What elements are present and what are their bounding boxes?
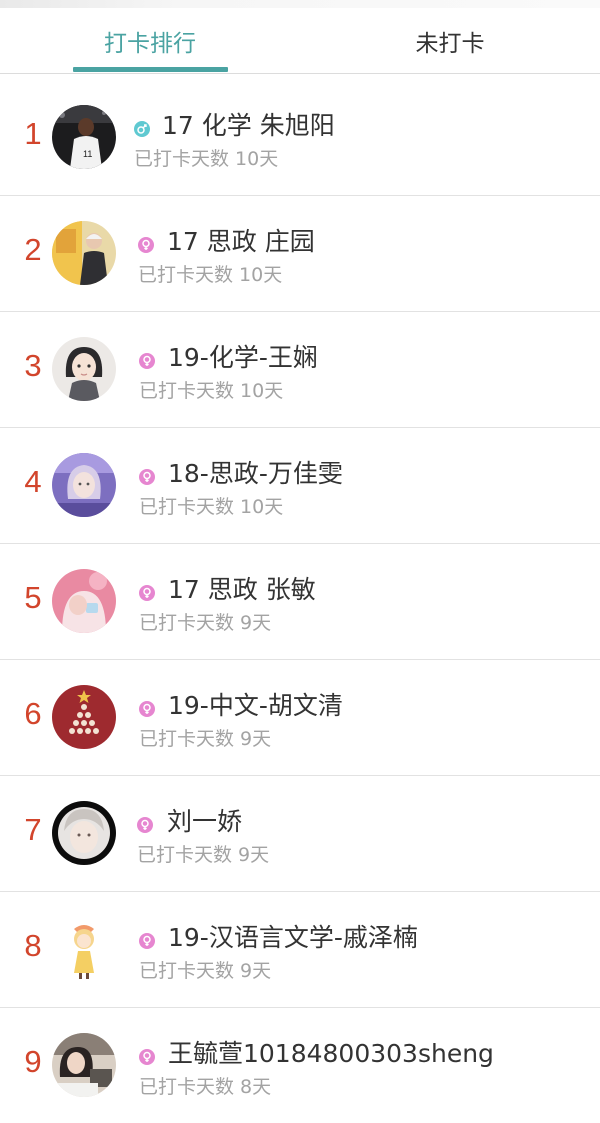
checkin-days: 已打卡天数 10天 xyxy=(138,264,283,286)
rank-number: 3 xyxy=(24,348,42,383)
ranking-row[interactable]: 1 11 17 化学 朱旭阳 已打卡天数 10天 xyxy=(0,80,600,196)
ranking-list: 1 11 17 化学 朱旭阳 已打卡天数 10天 2 17 思政 庄园 已打卡天… xyxy=(0,80,600,1123)
ranking-row[interactable]: 3 19-化学-王娴 已打卡天数 10天 xyxy=(0,312,600,428)
checkin-days: 已打卡天数 10天 xyxy=(139,380,284,402)
rank-number: 6 xyxy=(24,696,42,731)
avatar[interactable] xyxy=(52,337,116,401)
tab-checkin-ranking[interactable]: 打卡排行 xyxy=(0,8,300,74)
ranking-row[interactable]: 6 19-中文-胡文清 已打卡天数 9天 xyxy=(0,660,600,776)
member-name: 王毓萱10184800303sheng xyxy=(168,1039,494,1068)
checkin-days: 已打卡天数 8天 xyxy=(139,1076,272,1098)
member-name: 17 思政 张敏 xyxy=(168,575,316,604)
checkin-days: 已打卡天数 9天 xyxy=(139,728,272,750)
ranking-row[interactable]: 2 17 思政 庄园 已打卡天数 10天 xyxy=(0,196,600,312)
avatar[interactable] xyxy=(52,221,116,285)
member-name: 刘一娇 xyxy=(167,807,243,836)
member-name: 19-中文-胡文清 xyxy=(168,691,343,720)
rank-number: 4 xyxy=(24,464,42,499)
status-bar-strip xyxy=(0,0,600,8)
ranking-row[interactable]: 8 19-汉语言文学-戚泽楠 已打卡天数 9天 xyxy=(0,892,600,1008)
tab-bar: 打卡排行 未打卡 xyxy=(0,8,600,74)
avatar[interactable] xyxy=(52,453,116,517)
avatar[interactable] xyxy=(52,1033,116,1097)
member-name: 17 思政 庄园 xyxy=(167,227,315,256)
checkin-days: 已打卡天数 10天 xyxy=(134,148,279,170)
rank-number: 2 xyxy=(24,232,42,267)
ranking-row[interactable]: 9 王毓萱10184800303sheng 已打卡天数 8天 xyxy=(0,1008,600,1123)
checkin-days: 已打卡天数 9天 xyxy=(139,960,272,982)
female-icon xyxy=(138,237,154,253)
member-name: 19-化学-王娴 xyxy=(168,343,318,372)
female-icon xyxy=(139,933,155,949)
active-tab-indicator xyxy=(73,67,228,72)
tab-bar-divider xyxy=(0,73,600,74)
rank-number: 7 xyxy=(24,812,42,847)
female-icon xyxy=(137,817,153,833)
avatar[interactable]: 11 xyxy=(52,105,116,169)
tab-not-checked-in[interactable]: 未打卡 xyxy=(300,8,600,74)
ranking-row[interactable]: 7 刘一娇 已打卡天数 9天 xyxy=(0,776,600,892)
avatar[interactable] xyxy=(52,801,116,865)
svg-text:11: 11 xyxy=(83,149,92,159)
female-icon xyxy=(139,585,155,601)
avatar[interactable] xyxy=(52,917,116,981)
member-name: 17 化学 朱旭阳 xyxy=(162,111,335,140)
rank-number: 8 xyxy=(24,928,42,963)
checkin-days: 已打卡天数 9天 xyxy=(139,612,272,634)
checkin-days: 已打卡天数 9天 xyxy=(137,844,270,866)
female-icon xyxy=(139,701,155,717)
member-name: 18-思政-万佳雯 xyxy=(168,459,343,488)
female-icon xyxy=(139,353,155,369)
female-icon xyxy=(139,469,155,485)
ranking-row[interactable]: 5 17 思政 张敏 已打卡天数 9天 xyxy=(0,544,600,660)
rank-number: 9 xyxy=(24,1044,42,1079)
rank-number: 5 xyxy=(24,580,42,615)
male-icon xyxy=(134,121,150,137)
rank-number: 1 xyxy=(24,116,42,151)
avatar[interactable] xyxy=(52,569,116,633)
member-name: 19-汉语言文学-戚泽楠 xyxy=(168,923,418,952)
checkin-days: 已打卡天数 10天 xyxy=(139,496,284,518)
female-icon xyxy=(139,1049,155,1065)
ranking-row[interactable]: 4 18-思政-万佳雯 已打卡天数 10天 xyxy=(0,428,600,544)
avatar[interactable] xyxy=(52,685,116,749)
